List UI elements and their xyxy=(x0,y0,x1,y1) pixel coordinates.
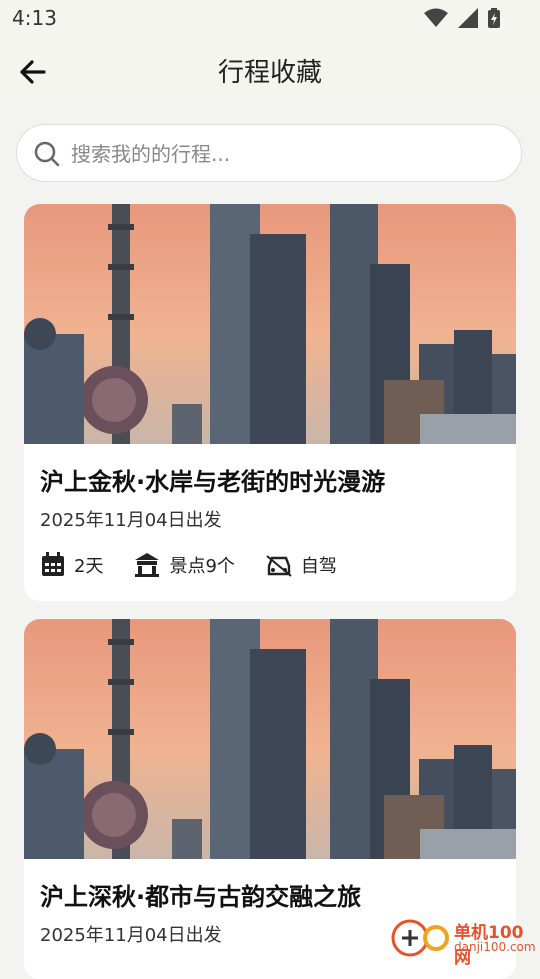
trip-title: 沪上深秋·都市与古韵交融之旅 xyxy=(40,883,362,911)
trip-cover-image xyxy=(24,204,516,444)
page-title: 行程收藏 xyxy=(217,58,322,88)
search-input[interactable] xyxy=(69,137,493,171)
signal-icon xyxy=(458,8,478,28)
building-icon xyxy=(135,553,160,577)
search-bar[interactable] xyxy=(16,124,522,182)
trip-cover-image xyxy=(24,619,516,859)
status-bar: 4:13 xyxy=(0,0,540,38)
status-time: 4:13 xyxy=(12,6,57,30)
trip-days: 2天 xyxy=(40,552,103,578)
watermark-icon xyxy=(391,919,449,957)
watermark-url: danji100.com xyxy=(454,940,536,954)
trip-date: 2025年11月04日出发 xyxy=(40,925,222,946)
watermark-logo: 单机100网 danji100.com xyxy=(390,914,540,968)
trip-transport: 自驾 xyxy=(265,552,337,578)
trip-date: 2025年11月04日出发 xyxy=(40,510,222,531)
battery-icon xyxy=(488,8,500,28)
calendar-icon xyxy=(42,552,64,576)
wifi-icon xyxy=(424,8,448,27)
trip-title: 沪上金秋·水岸与老街的时光漫游 xyxy=(40,468,386,496)
trip-days-label: 2天 xyxy=(74,556,104,577)
trip-transport-label: 自驾 xyxy=(300,556,337,577)
car-icon xyxy=(266,555,292,577)
search-icon xyxy=(34,141,60,167)
trip-card[interactable]: 沪上金秋·水岸与老街的时光漫游 2025年11月04日出发 2天 景点9个 自驾 xyxy=(24,204,516,601)
app-bar: 行程收藏 xyxy=(0,38,540,106)
status-icons xyxy=(424,8,500,28)
trip-spots-label: 景点9个 xyxy=(169,556,235,577)
trip-spots: 景点9个 xyxy=(133,552,235,578)
trip-meta: 2天 景点9个 自驾 xyxy=(40,552,337,578)
